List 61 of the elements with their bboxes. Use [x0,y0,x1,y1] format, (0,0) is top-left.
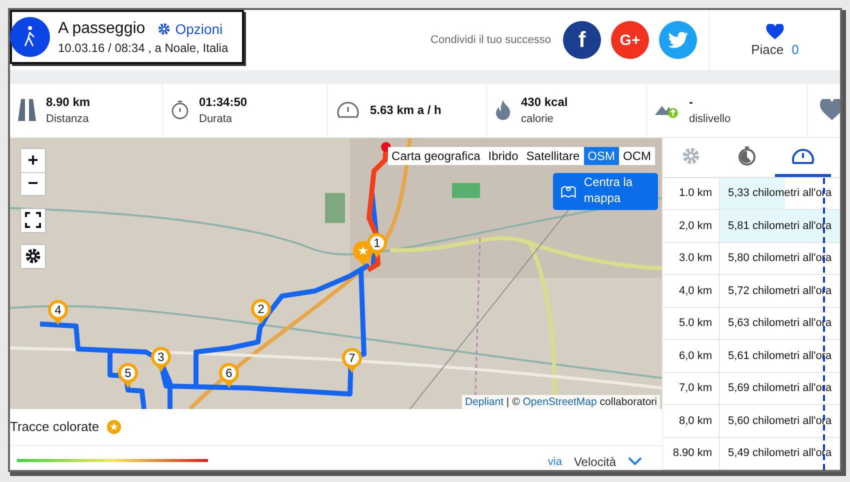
split-distance: 7,0 km [663,372,720,404]
depliant-link[interactable]: Depliant [464,396,504,408]
likes-label: Piace [751,42,784,57]
center-map-button[interactable]: Centra la mappa [553,172,658,210]
zoom-out-button[interactable]: − [21,172,45,194]
split-speed: 5,33 chilometri all'ora [727,187,832,200]
split-speed: 5,63 chilometri all'ora [727,317,832,330]
options-link[interactable]: Opzioni [157,20,223,37]
facebook-share-button[interactable]: f [563,21,601,60]
stat-label: calorie [521,113,554,126]
activity-title: A passeggio [58,20,146,38]
map-attribution: Depliant | © OpenStreetMap collaboratori [462,394,660,408]
split-distance: 1.0 km [663,178,720,209]
openstreetmap-link[interactable]: OpenStreetMap [522,396,597,408]
fullscreen-icon [25,212,41,228]
split-speed: 5,81 chilometri all'ora [727,220,832,232]
share-label: Condividi il tuo successo [430,34,551,46]
settings-icon [681,146,701,166]
heart-icon[interactable] [766,24,784,40]
speedometer-icon [791,146,815,164]
road-icon [18,99,36,122]
split-distance: 5.0 km [663,308,720,339]
heart-icon[interactable] [820,99,840,122]
fullscreen-button[interactable] [21,208,45,232]
star-icon [358,246,368,256]
split-speed: 5,61 chilometri all'ora [727,350,832,362]
split-distance: 8,0 km [663,405,720,436]
map-layer-tab[interactable]: OSM [584,146,619,164]
via-link[interactable]: via [548,456,562,468]
legend-label: Tracce colorate [10,419,100,434]
split-distance: 2,0 km [663,210,720,242]
split-speed: 5,60 chilometri all'ora [727,414,832,427]
stat-value: 5.63 km a / h [370,103,442,118]
stat-value: 8.90 km [46,95,90,110]
split-distance: 8.90 km [663,438,720,469]
likes-count: 0 [792,42,799,57]
gear-icon [157,22,172,36]
google-share-button[interactable]: G+ [611,21,649,60]
bird-icon [668,32,688,48]
flame-icon [495,100,511,120]
settings-icon [24,247,42,265]
split-distance: 4,0 km [663,275,720,306]
speedometer-icon [336,101,360,120]
split-speed: 5,49 chilometri all'ora [727,447,832,460]
split-speed: 5,72 chilometri all'ora [727,284,832,297]
stopwatch-icon [171,100,189,120]
stat-label: Durata [199,113,234,126]
stat-label: dislivello [689,113,731,126]
stat-label: Distanza [46,113,90,126]
split-distance: 3.0 km [663,242,720,274]
stat-value: 430 kcal [521,95,568,110]
twitter-share-button[interactable] [659,21,697,60]
timer-icon [737,146,757,166]
stat-value: 01:34:50 [199,95,248,110]
settings-button[interactable] [21,244,45,268]
activity-subtitle: 10.03.16 / 08:34 , a Noale, Italia [58,40,228,55]
split-speed: 5,80 chilometri all'ora [727,252,832,264]
stat-value: - [689,95,694,110]
split-distance: 6,0 km [663,340,720,372]
sort-label: Velocità [574,454,616,468]
chevron-down-icon[interactable] [628,457,642,466]
